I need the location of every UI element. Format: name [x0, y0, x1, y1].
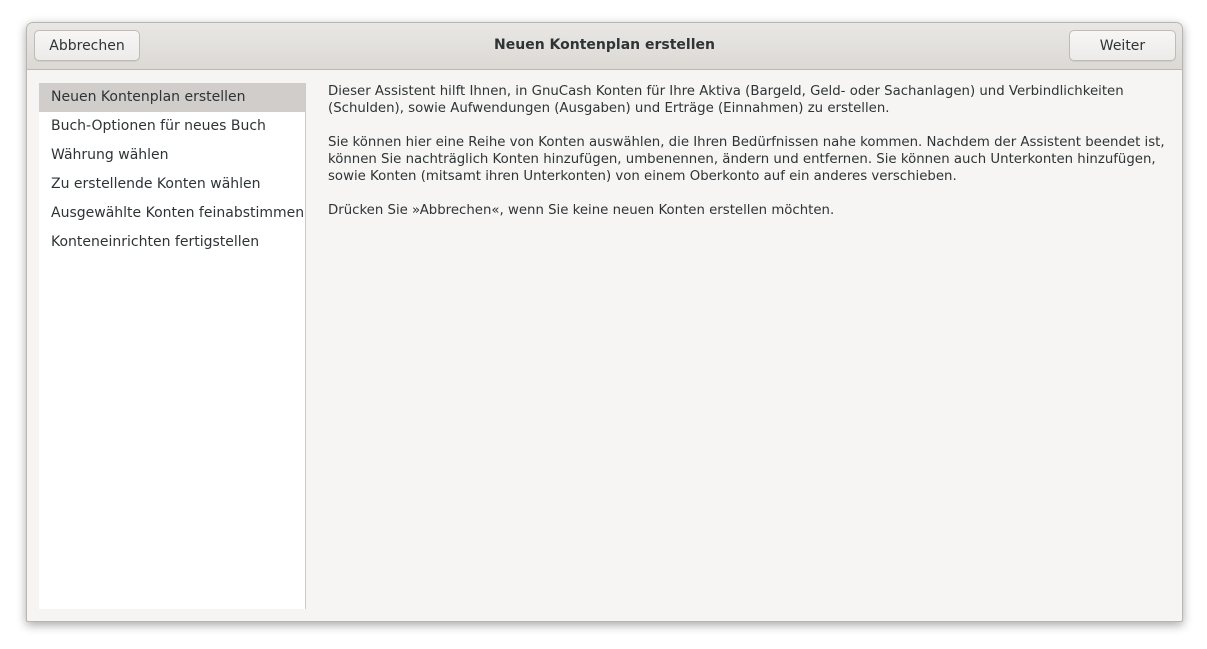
sidebar-item-book-options[interactable]: Buch-Optionen für neues Buch — [39, 112, 305, 141]
sidebar-item-new-account-plan[interactable]: Neuen Kontenplan erstellen — [39, 83, 305, 112]
sidebar-item-choose-currency[interactable]: Währung wählen — [39, 141, 305, 170]
header-bar: Abbrechen Neuen Kontenplan erstellen Wei… — [27, 23, 1182, 70]
sidebar-item-choose-accounts[interactable]: Zu erstellende Konten wählen — [39, 170, 305, 199]
intro-paragraph: Sie können hier eine Reihe von Konten au… — [328, 135, 1165, 184]
intro-paragraph: Drücken Sie »Abbrechen«, wenn Sie keine … — [328, 203, 835, 218]
intro-paragraph: Dieser Assistent hilft Ihnen, in GnuCash… — [328, 84, 1124, 116]
assistant-window: Abbrechen Neuen Kontenplan erstellen Wei… — [26, 22, 1183, 622]
step-sidebar: Neuen Kontenplan erstellen Buch-Optionen… — [39, 83, 306, 609]
sidebar-item-fine-tune-accounts[interactable]: Ausgewählte Konten feinabstimmen — [39, 199, 305, 228]
intro-content: Dieser Assistent hilft Ihnen, in GnuCash… — [328, 83, 1168, 236]
sidebar-item-finish-setup[interactable]: Konteneinrichten fertigstellen — [39, 228, 305, 257]
window-title: Neuen Kontenplan erstellen — [494, 37, 715, 53]
next-button[interactable]: Weiter — [1069, 30, 1176, 61]
cancel-button[interactable]: Abbrechen — [34, 30, 140, 61]
